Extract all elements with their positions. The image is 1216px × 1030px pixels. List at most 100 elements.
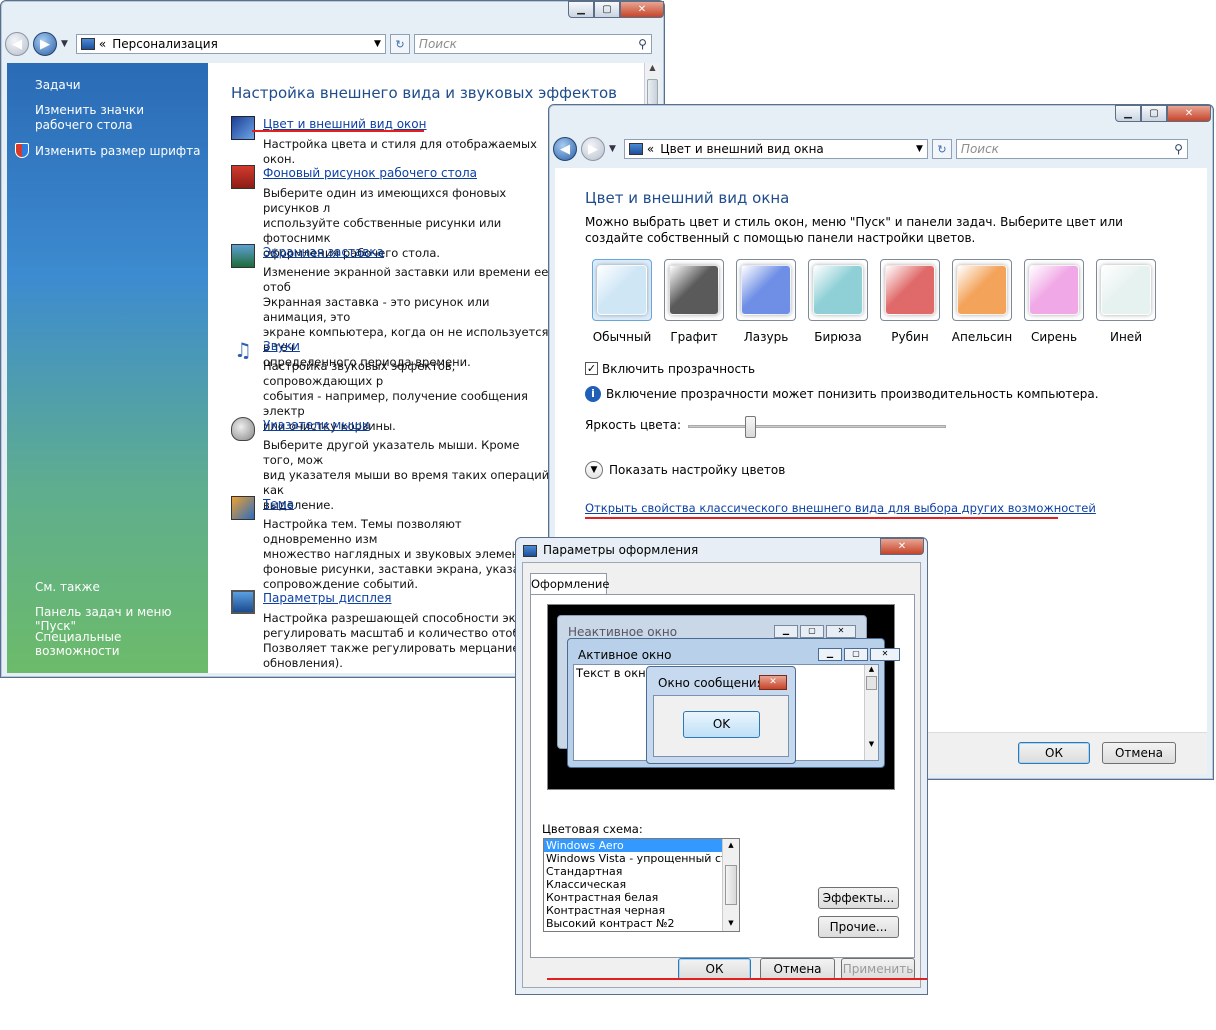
cancel-button[interactable]: Отмена [760, 958, 835, 980]
item-desc-screensaver: Изменение экранной заставки или времени … [263, 265, 549, 369]
close-button[interactable]: ✕ [1167, 105, 1211, 122]
search-icon: ⚲ [1174, 142, 1183, 156]
ok-button[interactable]: ОК [678, 958, 751, 980]
brightness-slider-thumb[interactable] [745, 416, 756, 438]
see-also-accessibility-link[interactable]: Специальные возможности [35, 630, 208, 658]
color-swatch-3[interactable] [736, 259, 796, 321]
close-button[interactable]: ✕ [620, 1, 664, 18]
close-button[interactable]: ✕ [880, 538, 924, 555]
color-swatch-5[interactable] [880, 259, 940, 321]
chevron-down-icon[interactable]: ▼ [585, 461, 603, 479]
forward-button[interactable]: ▶ [581, 137, 605, 161]
chevron-down-icon[interactable]: ▼ [916, 144, 923, 154]
chevron-down-icon[interactable]: ▼ [374, 39, 381, 49]
search-placeholder: Поиск [418, 37, 457, 51]
swatch-label[interactable]: Апельсин [946, 330, 1018, 344]
search-input[interactable]: Поиск ⚲ [955, 139, 1188, 159]
scheme-list-scrollbar[interactable]: ▲ ▼ [722, 839, 739, 931]
search-input[interactable]: Поиск ⚲ [413, 34, 652, 54]
swatch-label[interactable]: Бирюза [802, 330, 874, 344]
brightness-slider-track[interactable] [688, 425, 946, 428]
advanced-button[interactable]: Прочие... [818, 916, 899, 938]
task-pane: Задачи Изменить значки рабочего стола Из… [7, 63, 208, 673]
brightness-label: Яркость цвета: [585, 418, 682, 432]
control-panel-icon [628, 143, 643, 155]
swatch-label[interactable]: Обычный [586, 330, 658, 344]
swatch-label[interactable]: Рубин [874, 330, 946, 344]
swatch-label[interactable]: Сирень [1018, 330, 1090, 344]
transparency-label[interactable]: Включить прозрачность [602, 362, 755, 376]
item-title-sounds[interactable]: Звуки [263, 339, 300, 353]
color-window-description: Можно выбрать цвет и стиль окон, меню "П… [585, 215, 1123, 245]
ok-button[interactable]: ОК [1018, 742, 1090, 764]
item-desc-mouse: Выберите другой указатель мыши. Кроме то… [263, 438, 553, 512]
mouse-pointer-icon [231, 417, 255, 441]
swatch-color [1029, 265, 1079, 315]
chevron-down-icon[interactable]: ▼ [61, 39, 68, 49]
refresh-button[interactable]: ↻ [931, 139, 952, 159]
preview-active-title: Активное окно [578, 648, 672, 662]
classic-appearance-link[interactable]: Открыть свойства классического внешнего … [585, 501, 1096, 515]
swatch-label[interactable]: Лазурь [730, 330, 802, 344]
swatch-color [1101, 265, 1151, 315]
color-swatch-2[interactable] [664, 259, 724, 321]
minimize-icon: ▁ [774, 625, 798, 638]
minimize-button[interactable]: ▁ [1115, 105, 1141, 122]
item-title-background[interactable]: Фоновый рисунок рабочего стола [263, 166, 477, 180]
maximize-button[interactable]: ▢ [1141, 105, 1167, 122]
scheme-list-item[interactable]: Windows Vista - упрощенный стиль [544, 852, 722, 865]
swatch-color [741, 265, 791, 315]
address-bar[interactable]: « Персонализация ▼ [75, 34, 386, 54]
address-text: Персонализация [112, 37, 218, 51]
color-swatch-7[interactable] [1024, 259, 1084, 321]
see-also-taskbar-link[interactable]: Панель задач и меню "Пуск" [35, 605, 208, 633]
minimize-button[interactable]: ▁ [568, 1, 594, 18]
refresh-button[interactable]: ↻ [389, 34, 410, 54]
color-scheme-list[interactable]: Windows Aero Windows Vista - упрощенный с… [543, 838, 740, 932]
transparency-checkbox[interactable]: ✓ [585, 362, 598, 375]
item-title-color[interactable]: Цвет и внешний вид окон [263, 117, 427, 131]
apply-button[interactable]: Применить [841, 958, 915, 980]
chevron-down-icon[interactable]: ▼ [609, 144, 616, 154]
scheme-list-item[interactable]: Контрастная черная [544, 904, 722, 917]
item-title-screensaver[interactable]: Экранная заставка [263, 245, 384, 259]
maximize-button[interactable]: ▢ [594, 1, 620, 18]
effects-button[interactable]: Эффекты... [818, 887, 899, 909]
swatch-color [813, 265, 863, 315]
item-title-display[interactable]: Параметры дисплея [263, 591, 392, 605]
annotation-underline [547, 978, 927, 980]
task-font-size-link[interactable]: Изменить размер шрифта [35, 144, 201, 158]
swatch-label[interactable]: Иней [1090, 330, 1162, 344]
cancel-button[interactable]: Отмена [1102, 742, 1176, 764]
tab-appearance[interactable]: Оформление [530, 573, 609, 595]
dialog-icon [523, 545, 537, 557]
show-color-mixer-label[interactable]: Показать настройку цветов [609, 463, 785, 477]
scroll-thumb[interactable] [725, 865, 737, 905]
color-swatch-6[interactable] [952, 259, 1012, 321]
color-swatch-8[interactable] [1096, 259, 1156, 321]
color-swatch-1[interactable] [592, 259, 652, 321]
item-title-mouse[interactable]: Указатели мыши [263, 418, 370, 432]
swatch-label[interactable]: Графит [658, 330, 730, 344]
item-title-theme[interactable]: Тема [263, 497, 294, 511]
item-desc-display: Настройка разрешающей способности экра р… [263, 611, 540, 670]
see-also-header: См. также [35, 580, 100, 594]
scroll-thumb[interactable] [647, 79, 658, 105]
scroll-up-arrow[interactable]: ▲ [645, 63, 660, 77]
preview-scrollbar: ▲ ▼ [864, 665, 878, 760]
scheme-list-item[interactable]: Классическая [544, 878, 722, 891]
color-swatch-4[interactable] [808, 259, 868, 321]
dialog-title: Параметры оформления [543, 543, 699, 557]
forward-button[interactable]: ▶ [33, 32, 57, 56]
shield-icon [15, 143, 29, 158]
back-button[interactable]: ◀ [553, 137, 577, 161]
scheme-list-item[interactable]: Высокий контраст №2 [544, 917, 722, 930]
task-desktop-icons-link[interactable]: Изменить значки рабочего стола [35, 103, 200, 133]
address-bar[interactable]: « Цвет и внешний вид окна ▼ [623, 139, 928, 159]
scheme-list-item[interactable]: Стандартная [544, 865, 722, 878]
preview-text: Текст в окне [576, 666, 653, 680]
window-controls: ▁ ▢ ✕ [1115, 105, 1211, 122]
back-button[interactable]: ◀ [5, 32, 29, 56]
scheme-list-item[interactable]: Контрастная белая [544, 891, 722, 904]
scheme-list-item[interactable]: Windows Aero [544, 839, 722, 852]
